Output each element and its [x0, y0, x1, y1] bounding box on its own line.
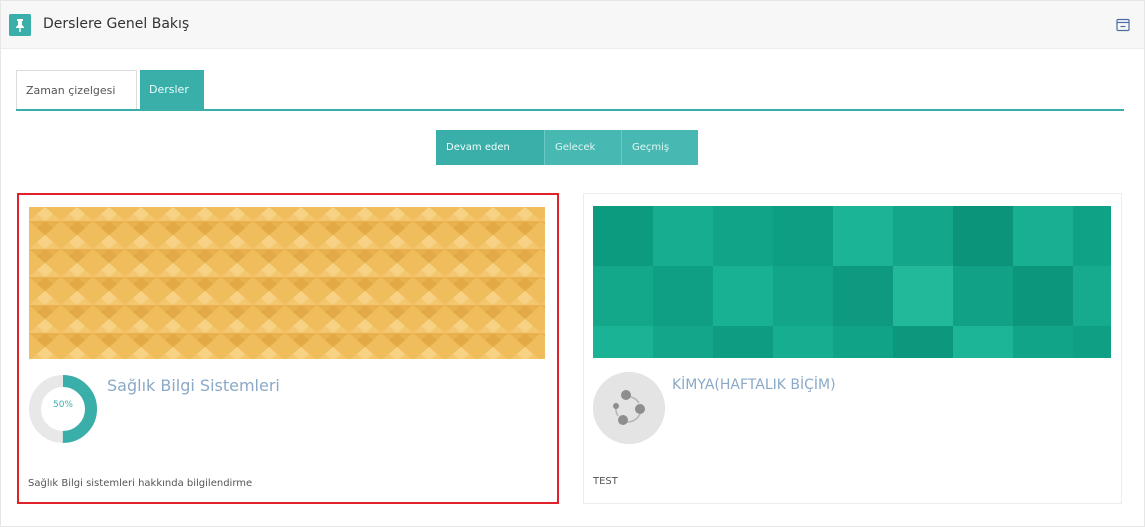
progress-chart: 50%: [27, 373, 99, 445]
course-title[interactable]: KİMYA(HAFTALIK BİÇİM): [672, 377, 836, 393]
course-filter-group: Devam eden Gelecek Geçmiş: [436, 130, 698, 165]
course-card[interactable]: 50% Sağlık Bilgi Sistemleri Sağlık Bilgi…: [17, 193, 559, 504]
tab-courses[interactable]: Dersler: [140, 70, 204, 109]
course-overview-block: Derslere Genel Bakış Zaman çizelgesi Der…: [0, 0, 1145, 527]
course-image[interactable]: [593, 206, 1111, 358]
collapse-icon[interactable]: [1116, 18, 1130, 32]
course-summary: TEST: [593, 476, 618, 487]
tab-bar: Zaman çizelgesi Dersler: [16, 69, 1124, 111]
block-title: Derslere Genel Bakış: [43, 16, 190, 32]
filter-in-progress-button[interactable]: Devam eden: [436, 130, 545, 165]
course-card[interactable]: KİMYA(HAFTALIK BİÇİM) TEST: [583, 193, 1122, 504]
progress-percent: 50%: [52, 400, 73, 410]
filter-future-button[interactable]: Gelecek: [545, 130, 622, 165]
course-title[interactable]: Sağlık Bilgi Sistemleri: [107, 376, 280, 395]
course-summary: Sağlık Bilgi sistemleri hakkında bilgile…: [28, 478, 253, 489]
filter-past-button[interactable]: Geçmiş: [622, 130, 698, 165]
pin-icon: [9, 14, 31, 36]
block-header: Derslere Genel Bakış: [1, 1, 1144, 49]
course-image[interactable]: [29, 207, 545, 359]
share-nodes-icon: [593, 372, 665, 444]
tab-timeline[interactable]: Zaman çizelgesi: [16, 70, 137, 109]
